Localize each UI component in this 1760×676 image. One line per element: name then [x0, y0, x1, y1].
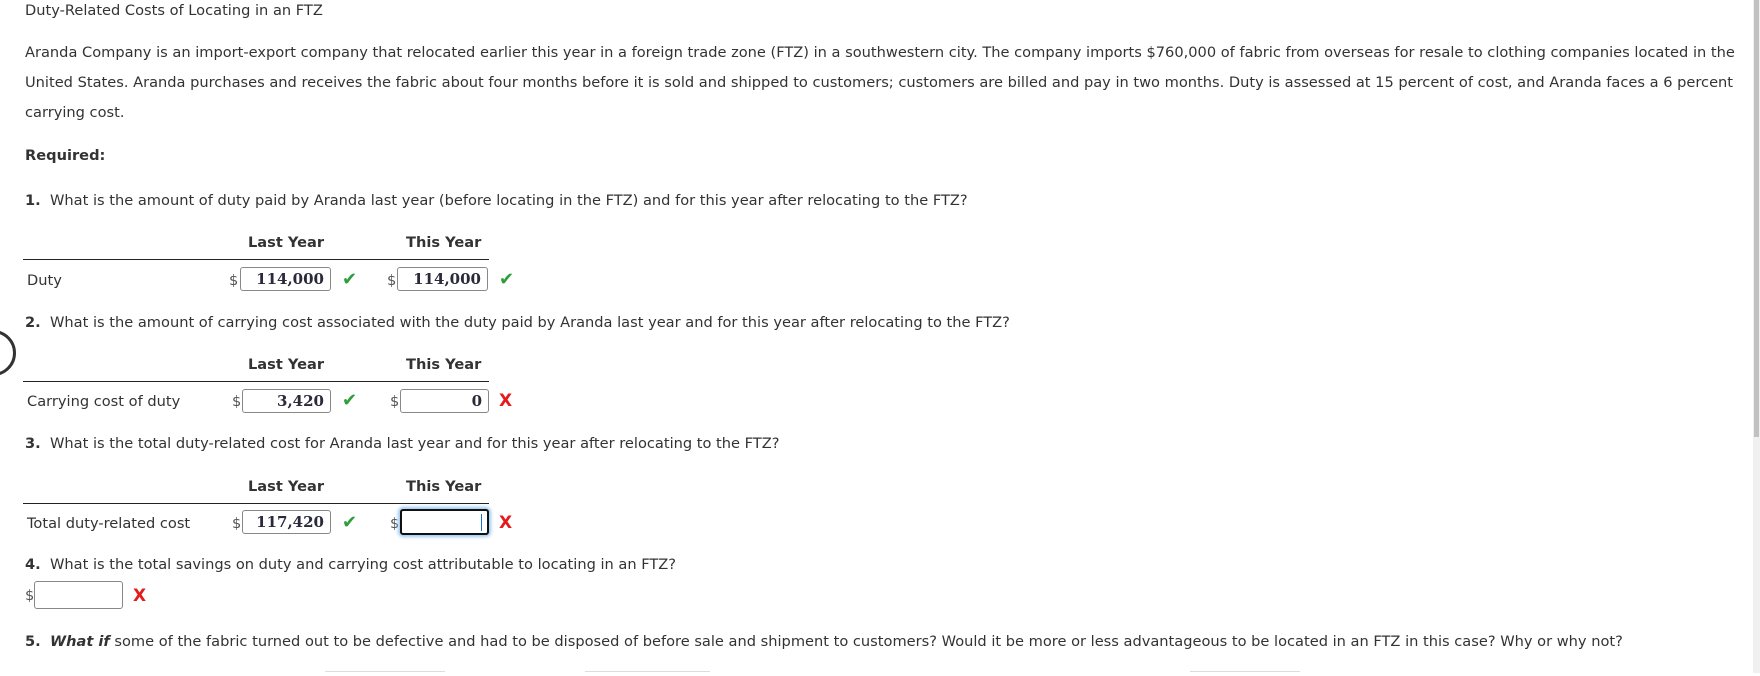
question-number: 1.: [25, 192, 41, 209]
question-number: 2.: [25, 314, 41, 331]
currency-symbol: $: [387, 272, 397, 289]
question-text: What is the amount of duty paid by Arand…: [49, 192, 968, 209]
side-panel-toggle-icon[interactable]: [0, 330, 16, 376]
question-number: 3.: [25, 435, 41, 452]
problem-description: Aranda Company is an import-export compa…: [25, 44, 1735, 121]
answer-option-box[interactable]: [1190, 671, 1300, 676]
column-header-this-year: This Year: [406, 356, 482, 373]
question-2: 2. What is the amount of carrying cost a…: [25, 313, 1010, 333]
what-if-emphasis: What if: [49, 633, 110, 650]
currency-symbol: $: [232, 515, 242, 532]
column-header-last-year: Last Year: [248, 234, 325, 251]
question-text: What is the amount of carrying cost asso…: [49, 314, 1010, 331]
incorrect-x-icon: X: [133, 586, 147, 606]
page-title: Duty-Related Costs of Locating in an FTZ: [25, 2, 323, 19]
duty-this-year-input[interactable]: 114,000: [397, 267, 488, 291]
question-3: 3. What is the total duty-related cost f…: [25, 434, 779, 454]
row-label-duty: Duty: [27, 272, 62, 289]
question-5: 5. What if some of the fabric turned out…: [25, 632, 1623, 652]
currency-symbol: $: [390, 393, 400, 410]
question-text: What is the total duty-related cost for …: [49, 435, 780, 452]
row-label-total-duty-cost: Total duty-related cost: [27, 515, 191, 532]
total-savings-input[interactable]: [34, 581, 123, 609]
q1-table-header: Last Year This Year: [23, 227, 489, 260]
incorrect-x-icon: X: [499, 513, 513, 533]
column-header-this-year: This Year: [406, 478, 482, 495]
required-heading: Required:: [25, 147, 106, 164]
question-number: 4.: [25, 556, 41, 573]
question-number: 5.: [25, 633, 41, 650]
question-text: some of the fabric turned out to be defe…: [109, 633, 1623, 650]
column-header-this-year: This Year: [406, 234, 482, 251]
duty-last-year-input[interactable]: 114,000: [240, 267, 331, 291]
column-header-last-year: Last Year: [248, 356, 325, 373]
question-text: What is the total savings on duty and ca…: [49, 556, 677, 573]
row-label-carrying-cost: Carrying cost of duty: [27, 393, 181, 410]
text-cursor: [481, 514, 482, 531]
total-cost-this-year-input[interactable]: [400, 509, 489, 535]
incorrect-x-icon: X: [499, 391, 513, 411]
currency-symbol: $: [232, 393, 242, 410]
question-4: 4. What is the total savings on duty and…: [25, 555, 676, 575]
currency-symbol: $: [229, 272, 239, 289]
q3-table-header: Last Year This Year: [23, 471, 489, 504]
correct-check-icon: ✔: [342, 512, 358, 533]
total-cost-last-year-input[interactable]: 117,420: [242, 510, 331, 534]
q2-table-header: Last Year This Year: [23, 349, 489, 382]
currency-symbol: $: [25, 587, 35, 604]
currency-symbol: $: [390, 515, 400, 532]
answer-option-box[interactable]: [325, 671, 445, 676]
carrying-cost-last-year-input[interactable]: 3,420: [242, 389, 331, 413]
carrying-cost-this-year-input[interactable]: 0: [400, 389, 489, 413]
scrollbar-thumb[interactable]: [1754, 0, 1759, 437]
correct-check-icon: ✔: [342, 390, 358, 411]
answer-option-box[interactable]: [585, 671, 710, 676]
question-1: 1. What is the amount of duty paid by Ar…: [25, 191, 968, 211]
correct-check-icon: ✔: [499, 269, 515, 290]
column-header-last-year: Last Year: [248, 478, 325, 495]
correct-check-icon: ✔: [342, 269, 358, 290]
